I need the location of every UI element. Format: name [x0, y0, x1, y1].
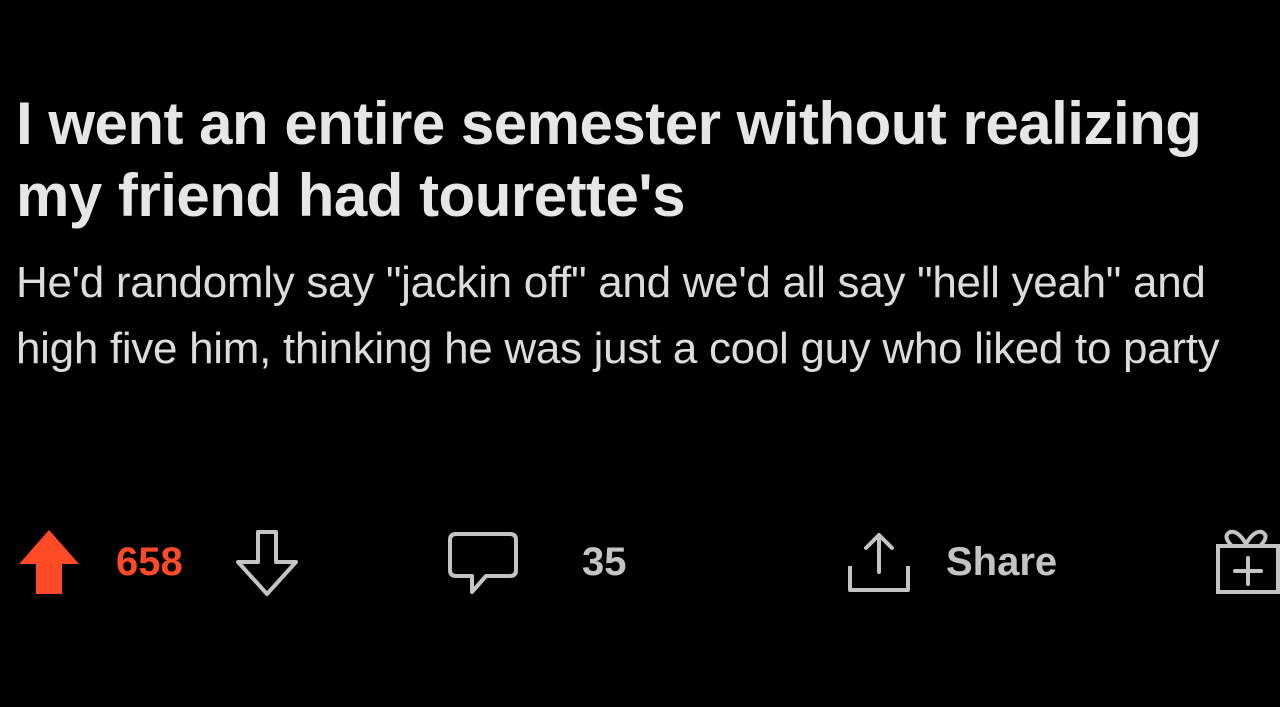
post-container: I went an entire semester without realiz…	[16, 88, 1266, 382]
upvote-button[interactable]	[16, 522, 82, 602]
downvote-arrow-icon	[232, 526, 302, 598]
comment-count: 35	[582, 539, 627, 584]
downvote-button[interactable]	[232, 522, 302, 602]
comments-button[interactable]	[446, 522, 520, 602]
share-label: Share	[946, 539, 1058, 584]
share-upload-icon	[842, 526, 916, 598]
vote-count: 658	[116, 539, 183, 584]
post-body: He'd randomly say "jackin off" and we'd …	[16, 258, 1220, 373]
gift-award-icon	[1212, 526, 1280, 598]
share-button[interactable]: Share	[946, 522, 1057, 602]
post-action-bar: 658 35 Share	[0, 522, 1280, 602]
post-title[interactable]: I went an entire semester without realiz…	[16, 88, 1266, 232]
award-button[interactable]	[1212, 522, 1280, 602]
speech-bubble-icon	[446, 526, 520, 598]
share-button-icon-wrap[interactable]	[842, 522, 916, 602]
upvote-arrow-icon	[16, 526, 82, 598]
